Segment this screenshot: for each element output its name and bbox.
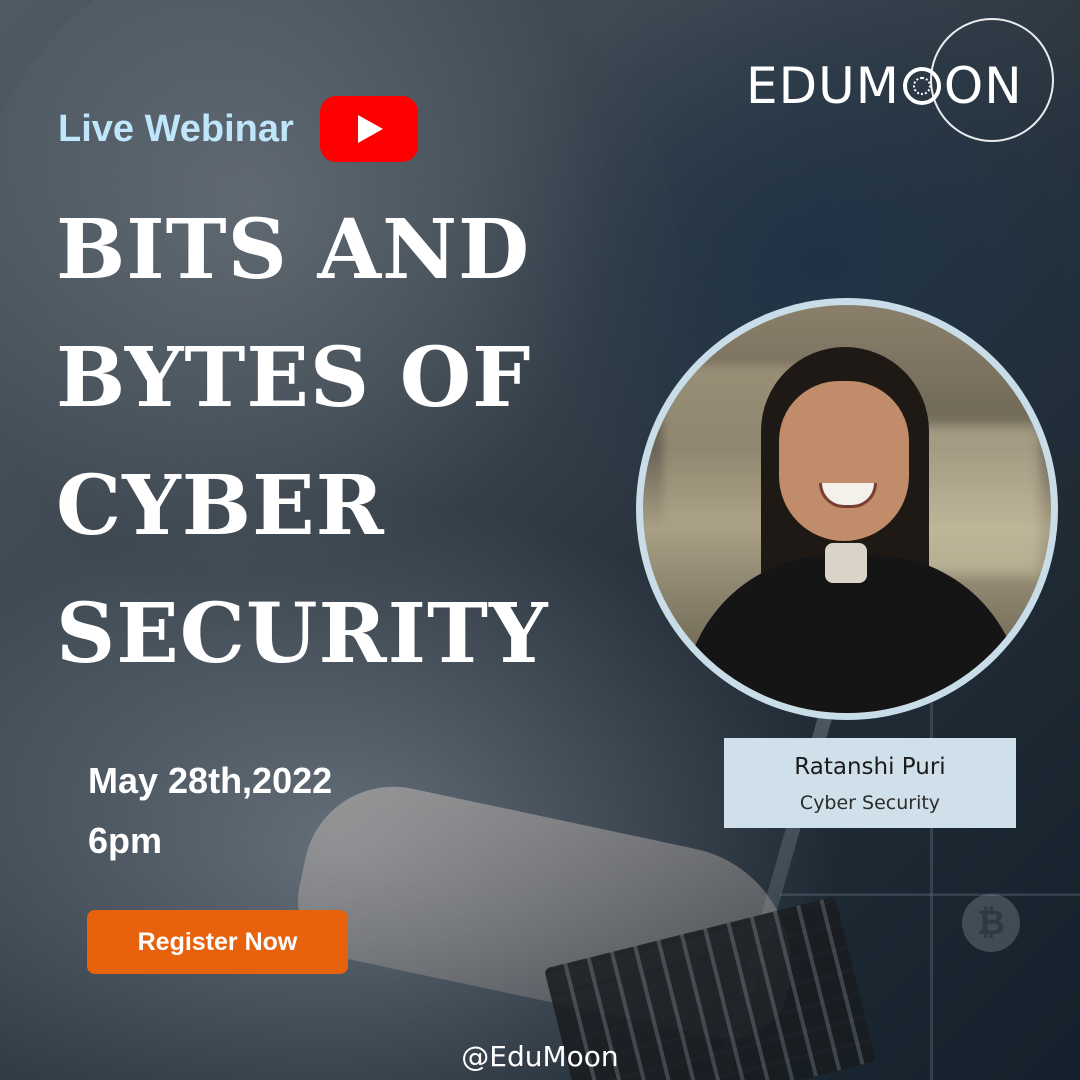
moon-icon [902, 67, 941, 105]
bitcoin-icon: ₿ [962, 894, 1020, 952]
title-line: BITS AND [56, 202, 531, 298]
social-handle: @EduMoon [461, 1040, 619, 1073]
live-webinar-row: Live Webinar [58, 96, 418, 162]
speaker-collar [825, 543, 867, 583]
live-webinar-label: Live Webinar [58, 107, 294, 150]
speaker-face [779, 381, 909, 541]
event-time: 6pm [88, 820, 163, 861]
logo-text-right: ON [943, 57, 1023, 115]
speaker-role: Cyber Security [799, 792, 941, 814]
title-line: CYBER [56, 458, 385, 554]
edumoon-logo: EDUM ON [746, 56, 1023, 116]
play-triangle-icon [357, 115, 383, 143]
webinar-title: BITS AND BYTES OF CYBER SECURITY [56, 186, 656, 698]
speaker-photo-frame [636, 298, 1058, 720]
logo-text-left: EDUM [746, 57, 900, 115]
speaker-photo [643, 305, 1051, 713]
youtube-play-icon [319, 96, 418, 162]
webinar-poster: ₿ EDUM ON Live Webinar BITS AND BYTES OF… [0, 0, 1080, 1080]
title-line: BYTES OF [56, 330, 532, 426]
event-date: May 28th,2022 [88, 760, 333, 801]
speaker-name: Ratanshi Puri [794, 754, 946, 780]
speaker-caption: Ratanshi Puri Cyber Security [724, 738, 1016, 828]
title-line: SECURITY [56, 586, 549, 682]
register-now-button[interactable]: Register Now [87, 910, 348, 974]
